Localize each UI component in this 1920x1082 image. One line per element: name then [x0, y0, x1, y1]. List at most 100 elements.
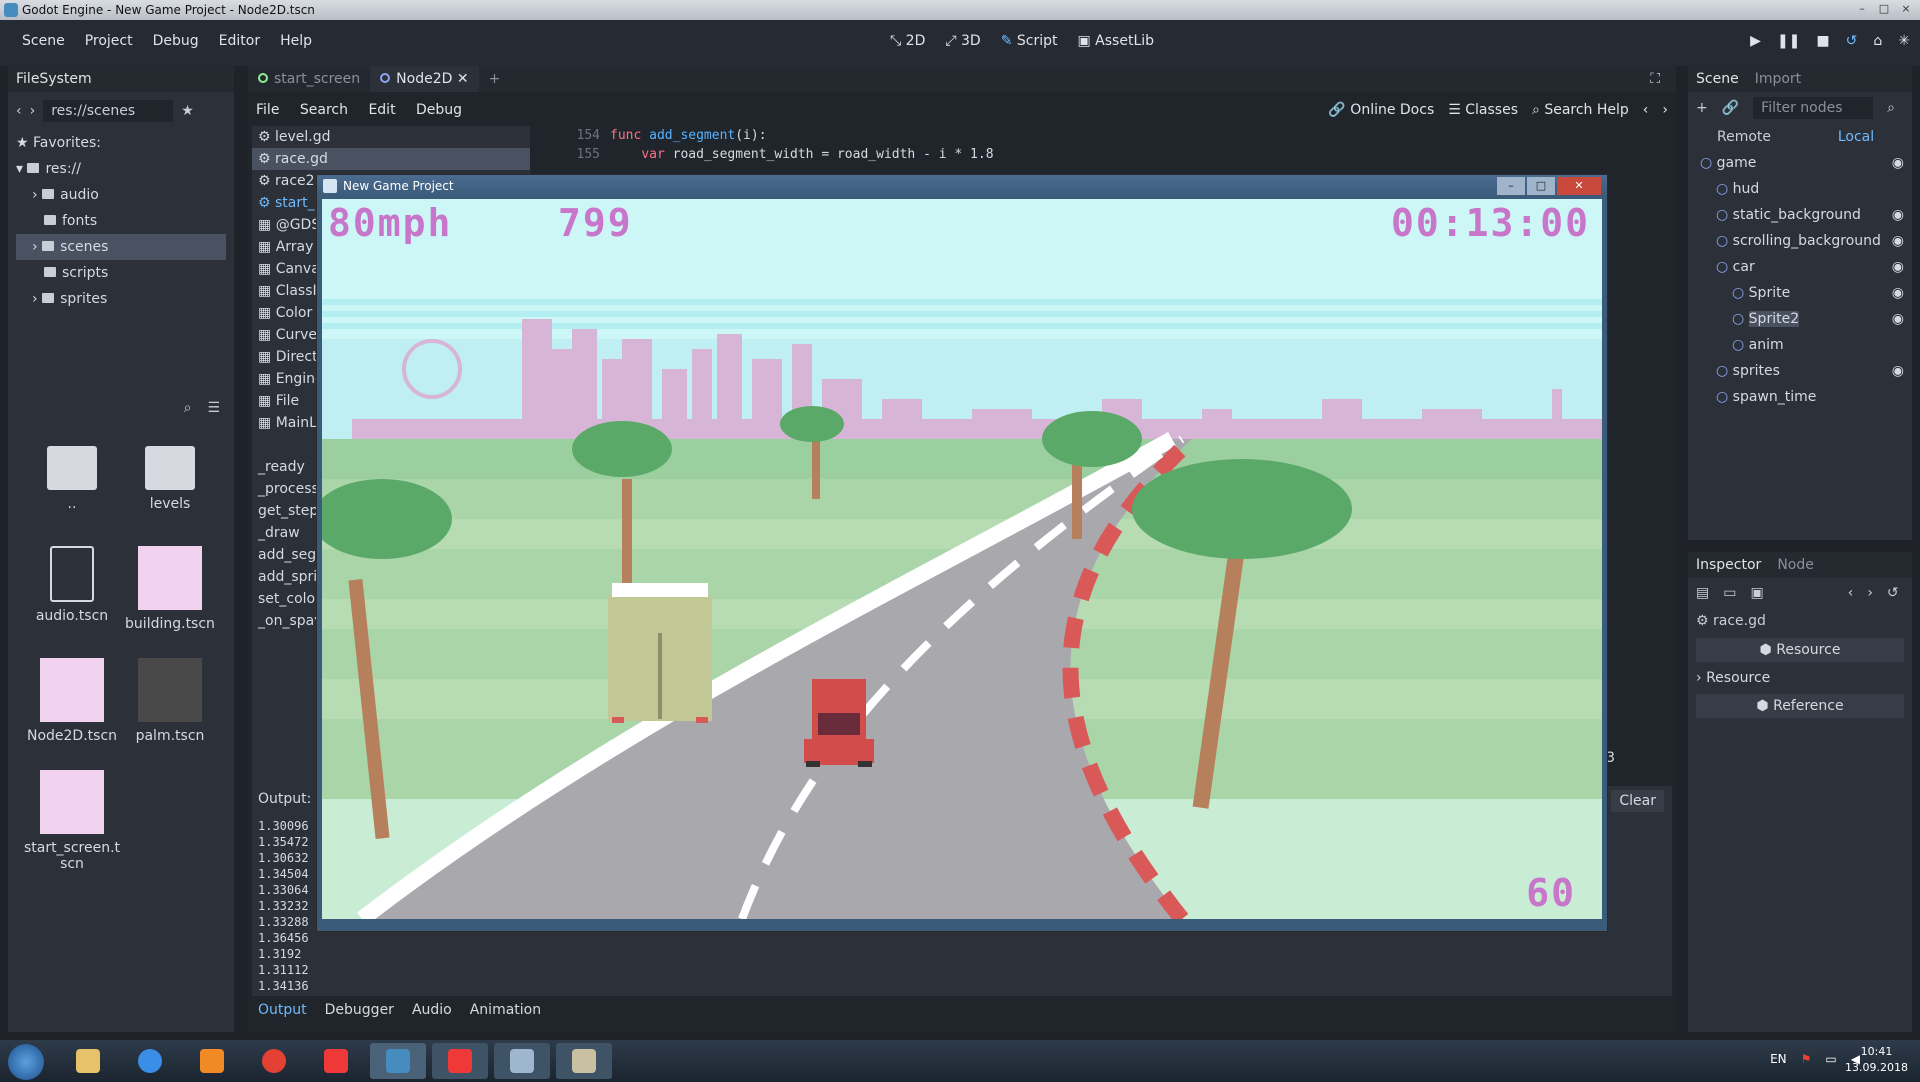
add-node-icon[interactable]: + — [1696, 100, 1708, 116]
game-close-button[interactable]: ✕ — [1557, 177, 1601, 195]
clock[interactable]: 10:41 13.09.2018 — [1845, 1044, 1908, 1076]
scene-node-scrolling_background[interactable]: ○ scrolling_background ◉ — [1688, 228, 1912, 254]
taskbar-archive[interactable] — [556, 1043, 612, 1079]
stop-icon[interactable]: ■ — [1816, 33, 1829, 49]
scene-node-car[interactable]: ○ car ◉ — [1688, 254, 1912, 280]
grid-item-node2d[interactable]: Node2D.tscn — [22, 658, 122, 744]
grid-item-building[interactable]: building.tscn — [120, 546, 220, 632]
new-resource-icon[interactable]: ▤ — [1696, 585, 1709, 601]
pause-icon[interactable]: ❚❚ — [1777, 33, 1800, 49]
menu-project[interactable]: Project — [75, 33, 143, 49]
taskbar-explorer[interactable] — [60, 1043, 116, 1079]
taskbar-vivaldi[interactable] — [308, 1043, 364, 1079]
save-icon[interactable]: ▣ — [1750, 585, 1763, 601]
favorites-row[interactable]: ★ Favorites: — [16, 130, 226, 156]
tab-debugger[interactable]: Debugger — [325, 1002, 394, 1018]
section-resource[interactable]: ⬢ Resource — [1696, 638, 1904, 662]
tab-output[interactable]: Output — [258, 1002, 307, 1018]
mode-2d-button[interactable]: ⤡ 2D — [890, 33, 925, 49]
game-minimize-button[interactable]: – — [1497, 177, 1525, 195]
visibility-eye-icon[interactable]: ◉ — [1892, 202, 1904, 228]
prev-icon[interactable]: ‹ — [1643, 102, 1649, 118]
script-item[interactable]: ⚙ level.gd — [252, 126, 530, 148]
distraction-free-icon[interactable]: ⛶ — [1650, 71, 1660, 87]
forward-arrow-icon[interactable]: › — [30, 103, 36, 119]
language-indicator[interactable]: EN — [1770, 1052, 1787, 1066]
tab-import[interactable]: Import — [1755, 66, 1801, 92]
scene-node-anim[interactable]: ○ anim — [1688, 332, 1912, 358]
minimize-button[interactable]: – — [1854, 2, 1870, 16]
tab-audio[interactable]: Audio — [412, 1002, 452, 1018]
tab-inspector[interactable]: Inspector — [1696, 552, 1761, 578]
classes-button[interactable]: ☰ Classes — [1448, 102, 1518, 118]
grid-item-palm[interactable]: palm.tscn — [120, 658, 220, 744]
tab-node[interactable]: Node — [1777, 552, 1814, 578]
script-item[interactable]: ⚙ race.gd — [252, 148, 530, 170]
close-tab-icon[interactable]: ✕ — [457, 71, 469, 87]
clear-button[interactable]: Clear — [1611, 790, 1664, 812]
filter-nodes-input[interactable]: Filter nodes — [1753, 97, 1874, 119]
game-window-title-bar[interactable]: New Game Project – □ ✕ — [317, 175, 1607, 197]
tree-item-scenes[interactable]: › scenes — [16, 234, 226, 260]
taskbar-media[interactable] — [184, 1043, 240, 1079]
tab-start-screen[interactable]: start_screen — [248, 66, 370, 92]
maximize-button[interactable]: □ — [1876, 2, 1892, 16]
visibility-eye-icon[interactable]: ◉ — [1892, 280, 1904, 306]
visibility-eye-icon[interactable]: ◉ — [1892, 228, 1904, 254]
game-viewport[interactable]: 80mph 799 00:13:00 60 — [322, 199, 1602, 919]
start-button[interactable] — [8, 1044, 44, 1080]
editor-menu-edit[interactable]: Edit — [360, 102, 403, 118]
editor-menu-search[interactable]: Search — [292, 102, 356, 118]
taskbar-ie[interactable] — [122, 1043, 178, 1079]
mode-3d-button[interactable]: ⤢ 3D — [945, 33, 980, 49]
grid-item-up[interactable]: .. — [22, 436, 122, 512]
forward-arrow-icon[interactable]: › — [1867, 585, 1873, 601]
path-field[interactable]: res://scenes — [43, 100, 174, 122]
menu-debug[interactable]: Debug — [143, 33, 209, 49]
play-icon[interactable]: ▶ — [1750, 33, 1761, 49]
game-window[interactable]: New Game Project – □ ✕ 80mph 799 00:13:0… — [316, 174, 1608, 932]
editor-menu-file[interactable]: File — [248, 102, 287, 118]
back-arrow-icon[interactable]: ‹ — [1848, 585, 1854, 601]
menu-help[interactable]: Help — [270, 33, 322, 49]
visibility-eye-icon[interactable]: ◉ — [1892, 150, 1904, 176]
visibility-eye-icon[interactable]: ◉ — [1892, 306, 1904, 332]
tree-item-scripts[interactable]: scripts — [16, 260, 226, 286]
taskbar-chrome[interactable] — [246, 1043, 302, 1079]
scene-node-spawn_time[interactable]: ○ spawn_time — [1688, 384, 1912, 410]
scene-node-sprite[interactable]: ○ Sprite ◉ — [1688, 280, 1912, 306]
section-reference[interactable]: ⬢ Reference — [1696, 694, 1904, 718]
visibility-eye-icon[interactable]: ◉ — [1892, 254, 1904, 280]
online-docs-button[interactable]: 🔗 Online Docs — [1328, 102, 1434, 118]
star-icon[interactable]: ★ — [181, 103, 194, 119]
tab-animation[interactable]: Animation — [470, 1002, 541, 1018]
tab-node2d[interactable]: Node2D ✕ — [370, 66, 479, 92]
mode-assetlib-button[interactable]: ▣ AssetLib — [1077, 33, 1154, 49]
resource-file[interactable]: race.gd — [1713, 608, 1766, 634]
tree-root[interactable]: ▾ res:// — [16, 156, 226, 182]
search-icon[interactable]: ⌕ — [184, 400, 192, 426]
taskbar-paint[interactable] — [494, 1043, 550, 1079]
tree-item-fonts[interactable]: fonts — [16, 208, 226, 234]
scene-node-hud[interactable]: ○ hud — [1688, 176, 1912, 202]
search-icon[interactable]: ⌕ — [1887, 100, 1895, 116]
scene-node-sprites[interactable]: ○ sprites ◉ — [1688, 358, 1912, 384]
play-scene-icon[interactable]: ⌂ — [1873, 33, 1882, 49]
scene-node-static_background[interactable]: ○ static_background ◉ — [1688, 202, 1912, 228]
taskbar-vivaldi-2[interactable] — [432, 1043, 488, 1079]
next-icon[interactable]: › — [1662, 102, 1668, 118]
scene-node-game[interactable]: ○ game ◉ — [1688, 150, 1912, 176]
taskbar-godot[interactable] — [370, 1043, 426, 1079]
close-button[interactable]: × — [1898, 2, 1914, 16]
menu-editor[interactable]: Editor — [209, 33, 270, 49]
grid-item-levels[interactable]: levels — [120, 436, 220, 512]
add-tab-button[interactable]: + — [479, 66, 511, 92]
menu-scene[interactable]: Scene — [12, 33, 75, 49]
editor-menu-debug[interactable]: Debug — [408, 102, 470, 118]
mode-script-button[interactable]: ✎ Script — [1001, 33, 1058, 49]
remote-button[interactable]: Remote — [1688, 124, 1800, 150]
grid-item-audio[interactable]: audio.tscn — [22, 546, 122, 624]
reload-icon[interactable]: ↺ — [1846, 33, 1858, 49]
list-view-icon[interactable]: ☰ — [207, 400, 220, 426]
game-maximize-button[interactable]: □ — [1527, 177, 1555, 195]
